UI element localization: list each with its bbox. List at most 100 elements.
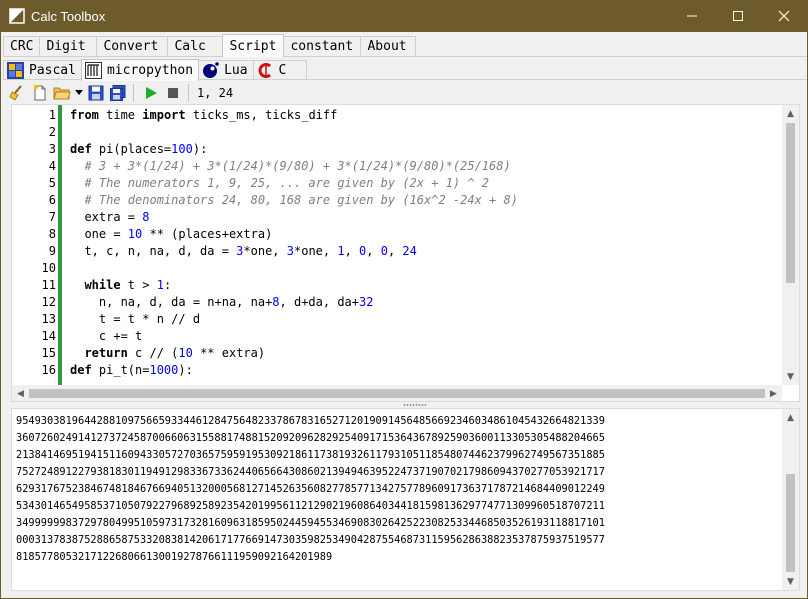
line-number: 14 <box>41 329 56 343</box>
new-file-button[interactable] <box>29 82 51 104</box>
code-token: ): <box>178 363 193 377</box>
code-token: , <box>344 244 360 258</box>
run-button[interactable] <box>140 82 162 104</box>
line-number: 3 <box>48 142 56 156</box>
output-text: 9549303819644288109756659334461284756482… <box>16 413 778 566</box>
code-line: def pi_t(n=1000): <box>70 362 193 379</box>
tab-constant[interactable]: constant <box>283 36 362 56</box>
code-line: return c // (10 ** extra) <box>70 345 265 362</box>
run-icon <box>146 87 157 99</box>
scroll-up-icon[interactable]: ▲ <box>782 105 799 122</box>
code-line: one = 10 ** (places+extra) <box>70 226 272 243</box>
app-window: Calc Toolbox CRC Digit Convert Calc Scri… <box>0 0 808 599</box>
tab-digit[interactable]: Digit <box>39 36 98 56</box>
toolbar-separator <box>133 84 134 102</box>
app-logo-icon <box>9 8 25 24</box>
code-token: t = t * n // d <box>70 312 201 326</box>
main-tab-bar: CRC Digit Convert Calc Script constant A… <box>3 34 417 57</box>
scroll-thumb[interactable] <box>786 474 795 572</box>
maximize-button[interactable] <box>715 1 761 31</box>
code-line: c += t <box>70 328 142 345</box>
output-vertical-scrollbar[interactable]: ▲ ▼ <box>782 409 799 590</box>
tab-label: C <box>278 63 287 78</box>
cursor-position: 1, 24 <box>197 86 234 100</box>
tab-calc[interactable]: Calc <box>167 36 224 56</box>
line-number: 1 <box>48 108 56 122</box>
maximize-icon <box>733 11 743 21</box>
lua-icon <box>203 62 219 78</box>
new-file-icon <box>33 84 46 101</box>
tab-label: constant <box>290 39 354 54</box>
tab-script[interactable]: Script <box>222 34 285 57</box>
code-token: extra = <box>70 210 143 224</box>
line-number: 10 <box>41 261 56 275</box>
line-number-gutter: 1 2 3 4 5 6 7 8 9 10 11 12 13 14 15 16 <box>12 105 58 385</box>
tab-label: Digit <box>46 39 86 54</box>
tab-label: Convert <box>103 39 159 54</box>
line-number: 5 <box>48 176 56 190</box>
code-line: # The numerators 1, 9, 25, ... are given… <box>70 175 489 192</box>
editor-vertical-scrollbar[interactable]: ▲ ▼ <box>782 105 799 385</box>
clear-button[interactable] <box>7 82 29 104</box>
dropdown-arrow-icon <box>75 90 83 95</box>
editor-horizontal-scrollbar[interactable]: ◀ ▶ <box>12 385 782 401</box>
tab-divider <box>3 56 807 57</box>
close-button[interactable] <box>761 1 807 31</box>
stop-button[interactable] <box>162 82 184 104</box>
code-token: while <box>84 278 121 292</box>
save-button[interactable] <box>85 82 107 104</box>
output-panel[interactable]: 9549303819644288109756659334461284756482… <box>11 408 800 591</box>
code-token: ** extra) <box>192 346 266 360</box>
code-token: time <box>98 108 143 122</box>
code-text-area[interactable]: from time import ticks_ms, ticks_diff def… <box>70 105 780 385</box>
code-token: 0 <box>380 244 388 258</box>
code-token: 100 <box>171 142 193 156</box>
tab-micropython[interactable]: micropython <box>80 59 200 81</box>
code-token: c // ( <box>127 346 179 360</box>
code-token: pi(places= <box>91 142 172 156</box>
line-number: 4 <box>48 159 56 173</box>
scroll-left-icon[interactable]: ◀ <box>12 385 29 401</box>
output-line: 7527248912279381830119491298336733624406… <box>16 466 605 478</box>
code-token: *one, <box>294 244 338 258</box>
scroll-right-icon[interactable]: ▶ <box>765 385 782 401</box>
open-folder-icon <box>53 87 71 100</box>
tab-pascal[interactable]: Pascal <box>3 60 82 80</box>
code-editor[interactable]: 1 2 3 4 5 6 7 8 9 10 11 12 13 14 15 16 from time import… <box>11 104 800 402</box>
scroll-up-icon[interactable]: ▲ <box>782 409 799 426</box>
line-number: 8 <box>48 227 56 241</box>
code-token: pi_t(n= <box>91 363 150 377</box>
tab-label: Calc <box>174 39 206 54</box>
tab-about[interactable]: About <box>360 36 417 56</box>
code-token: , d+da, da+ <box>279 295 360 309</box>
minimize-button[interactable] <box>669 1 715 31</box>
tab-lua[interactable]: Lua <box>198 60 254 80</box>
code-token: n, na, d, da = n+na, na+ <box>70 295 273 309</box>
scroll-down-icon[interactable]: ▼ <box>782 573 799 590</box>
scroll-thumb[interactable] <box>786 123 795 283</box>
code-token: 1 <box>337 244 345 258</box>
output-line: 5343014654958537105079227968925892354201… <box>16 500 605 512</box>
tab-crc[interactable]: CRC <box>3 36 41 56</box>
tab-convert[interactable]: Convert <box>96 36 169 56</box>
code-line: t, c, n, na, d, da = 3*one, 3*one, 1, 0,… <box>70 243 417 260</box>
code-token: import <box>142 108 186 122</box>
code-token: def <box>70 142 92 156</box>
tab-c[interactable]: C <box>252 60 307 80</box>
clear-icon <box>9 85 22 101</box>
open-dropdown-button[interactable] <box>73 82 85 104</box>
code-line: # 3 + 3*(1/24) + 3*(1/24)*(9/80) + 3*(1/… <box>70 158 510 175</box>
python-icon <box>84 62 102 79</box>
save-all-button[interactable] <box>107 82 129 104</box>
line-number: 13 <box>41 312 56 326</box>
title-bar[interactable]: Calc Toolbox <box>1 1 807 32</box>
code-token: 24 <box>402 244 417 258</box>
stop-icon <box>168 88 178 98</box>
open-button[interactable] <box>51 82 73 104</box>
tab-label: Script <box>229 38 277 54</box>
output-line: 3499999983729780499510597317328160963185… <box>16 517 605 529</box>
scroll-thumb[interactable] <box>29 389 765 398</box>
scroll-down-icon[interactable]: ▼ <box>782 368 799 385</box>
code-line: while t > 1: <box>70 277 171 294</box>
